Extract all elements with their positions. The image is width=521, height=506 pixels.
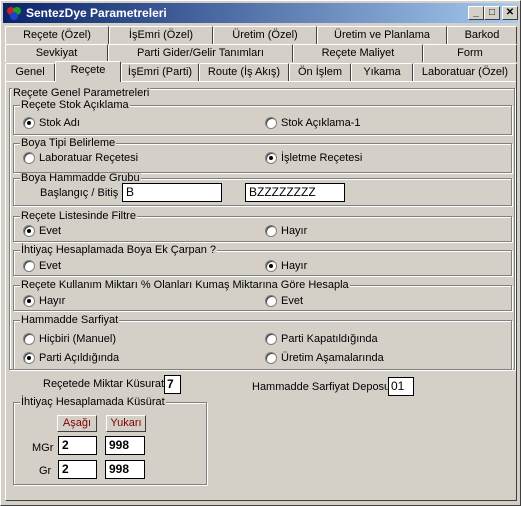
boya-tipi-label: Boya Tipi Belirleme: [20, 137, 117, 149]
stok-aciklama1-radio[interactable]: [265, 117, 277, 129]
stok-adi-radio[interactable]: [23, 117, 35, 129]
sarfiyat-kapatildiginda-radio[interactable]: [265, 333, 277, 345]
liste-filtre-label: Reçete Listesinde Filtre: [20, 210, 137, 222]
sarfiyat-acildiginda-option[interactable]: Parti Açıldığında: [23, 352, 119, 366]
miktar-kusurat-input[interactable]: 7: [164, 375, 181, 394]
sarfiyat-kapatildiginda-option[interactable]: Parti Kapatıldığında: [265, 333, 378, 347]
carpan-hayir-option[interactable]: Hayır: [265, 260, 307, 274]
recete-genel-label: Reçete Genel Parametreleri: [12, 87, 151, 99]
stok-aciklama1-option[interactable]: Stok Açıklama-1: [265, 117, 360, 131]
sarfiyat-acildiginda-label: Parti Açıldığında: [39, 352, 120, 364]
hammadde-start-input[interactable]: B: [122, 183, 222, 202]
carpan-hayir-label: Hayır: [281, 260, 308, 272]
stok-aciklama-group: Reçete Stok Açıklama: [13, 100, 512, 135]
tab-yikama[interactable]: Yıkama: [351, 63, 413, 81]
stok-adi-option[interactable]: Stok Adı: [23, 117, 80, 131]
gr-asagi-input[interactable]: 2: [58, 460, 97, 479]
ek-carpan-group: İhtiyaç Hesaplamada Boya Ek Çarpan ?: [13, 245, 512, 276]
asagi-button[interactable]: Aşağı: [57, 415, 97, 432]
gr-yukari-input[interactable]: 998: [105, 460, 145, 479]
tab-recete[interactable]: Reçete: [55, 61, 121, 82]
window-title: SentezDye Parametreleri: [26, 6, 167, 20]
laboratuar-recetesi-label: Laboratuar Reçetesi: [39, 152, 139, 164]
app-icon: [7, 7, 21, 20]
tab-isemri-ozel[interactable]: İşEmri (Özel): [109, 26, 213, 44]
tab-laboratuar-ozel[interactable]: Laboratuar (Özel): [413, 63, 517, 81]
tab-recete-ozel[interactable]: Reçete (Özel): [5, 26, 109, 44]
sarfiyat-asamalarinda-option[interactable]: Üretim Aşamalarında: [265, 352, 384, 366]
isletme-recetesi-label: İşletme Reçetesi: [281, 152, 363, 164]
miktar-kusurat-label: Reçetede Miktar Küsurat: [43, 378, 165, 390]
sarfiyat-manuel-radio[interactable]: [23, 333, 35, 345]
tab-form[interactable]: Form: [423, 44, 517, 62]
stok-aciklama1-label: Stok Açıklama-1: [281, 117, 361, 129]
isletme-recetesi-radio[interactable]: [265, 152, 277, 164]
isletme-recetesi-option[interactable]: İşletme Reçetesi: [265, 152, 362, 166]
kullanim-miktari-label: Reçete Kullanım Miktarı % Olanları Kumaş…: [20, 279, 350, 291]
kullanim-evet-option[interactable]: Evet: [265, 295, 303, 309]
filtre-evet-label: Evet: [39, 225, 62, 237]
close-button[interactable]: ✕: [502, 6, 518, 20]
carpan-hayir-radio[interactable]: [265, 260, 277, 272]
sarfiyat-asamalarinda-radio[interactable]: [265, 352, 277, 364]
tab-sevkiyat[interactable]: Sevkiyat: [5, 44, 108, 62]
sarfiyat-label: Hammadde Sarfiyat: [20, 314, 120, 326]
kullanim-hayir-option[interactable]: Hayır: [23, 295, 65, 309]
tab-genel[interactable]: Genel: [5, 63, 55, 81]
hammadde-end-input[interactable]: BZZZZZZZZ: [245, 183, 345, 202]
sarfiyat-manuel-option[interactable]: Hiçbiri (Manuel): [23, 333, 116, 347]
title-bar: SentezDye Parametreleri _ □ ✕: [3, 3, 518, 23]
tab-uretim-planlama[interactable]: Üretim ve Planlama: [317, 26, 447, 44]
stok-adi-label: Stok Adı: [39, 117, 80, 129]
carpan-evet-radio[interactable]: [23, 260, 35, 272]
tab-uretim-ozel[interactable]: Üretim (Özel): [213, 26, 317, 44]
kullanim-miktari-group: Reçete Kullanım Miktarı % Olanları Kumaş…: [13, 280, 512, 311]
minimize-button[interactable]: _: [468, 6, 484, 20]
sarfiyat-kapatildiginda-label: Parti Kapatıldığında: [281, 333, 378, 345]
filtre-hayir-radio[interactable]: [265, 225, 277, 237]
baslangic-bitis-label: Başlangıç / Bitiş: [40, 187, 119, 199]
gr-label: Gr: [39, 465, 52, 477]
carpan-evet-option[interactable]: Evet: [23, 260, 61, 274]
sarfiyat-deposu-input[interactable]: 01: [388, 377, 414, 396]
filtre-hayir-label: Hayır: [281, 225, 308, 237]
yukari-button[interactable]: Yukarı: [106, 415, 146, 432]
kullanim-evet-radio[interactable]: [265, 295, 277, 307]
tab-parti-gider-gelir[interactable]: Parti Gider/Gelir Tanımları: [108, 44, 293, 62]
kullanim-evet-label: Evet: [281, 295, 304, 307]
liste-filtre-group: Reçete Listesinde Filtre: [13, 211, 512, 242]
ek-carpan-label: İhtiyaç Hesaplamada Boya Ek Çarpan ?: [20, 244, 218, 256]
tab-isemri-parti[interactable]: İşEmri (Parti): [121, 63, 199, 81]
laboratuar-recetesi-option[interactable]: Laboratuar Reçetesi: [23, 152, 138, 166]
mgr-asagi-input[interactable]: 2: [58, 436, 97, 455]
stok-aciklama-label: Reçete Stok Açıklama: [20, 99, 130, 111]
mgr-label: MGr: [32, 442, 54, 454]
sarfiyat-deposu-label: Hammadde Sarfiyat Deposu: [252, 381, 391, 393]
filtre-evet-option[interactable]: Evet: [23, 225, 61, 239]
parameters-window: SentezDye Parametreleri _ □ ✕ Reçete (Öz…: [0, 0, 521, 506]
tab-barkod[interactable]: Barkod: [447, 26, 517, 44]
tab-recete-maliyet[interactable]: Reçete Maliyet: [293, 44, 423, 62]
laboratuar-recetesi-radio[interactable]: [23, 152, 35, 164]
filtre-evet-radio[interactable]: [23, 225, 35, 237]
carpan-evet-label: Evet: [39, 260, 62, 272]
ihtiyac-kusurat-label: İhtiyaç Hesaplamada Küsürat: [20, 396, 166, 408]
sarfiyat-acildiginda-radio[interactable]: [23, 352, 35, 364]
sarfiyat-manuel-label: Hiçbiri (Manuel): [39, 333, 117, 345]
kullanim-hayir-label: Hayır: [39, 295, 66, 307]
tab-on-islem[interactable]: Ön İşlem: [289, 63, 351, 81]
maximize-button[interactable]: □: [484, 6, 500, 20]
mgr-yukari-input[interactable]: 998: [105, 436, 145, 455]
tab-route[interactable]: Route (İş Akış): [199, 63, 289, 81]
kullanim-hayir-radio[interactable]: [23, 295, 35, 307]
filtre-hayir-option[interactable]: Hayır: [265, 225, 307, 239]
sarfiyat-asamalarinda-label: Üretim Aşamalarında: [281, 352, 384, 364]
